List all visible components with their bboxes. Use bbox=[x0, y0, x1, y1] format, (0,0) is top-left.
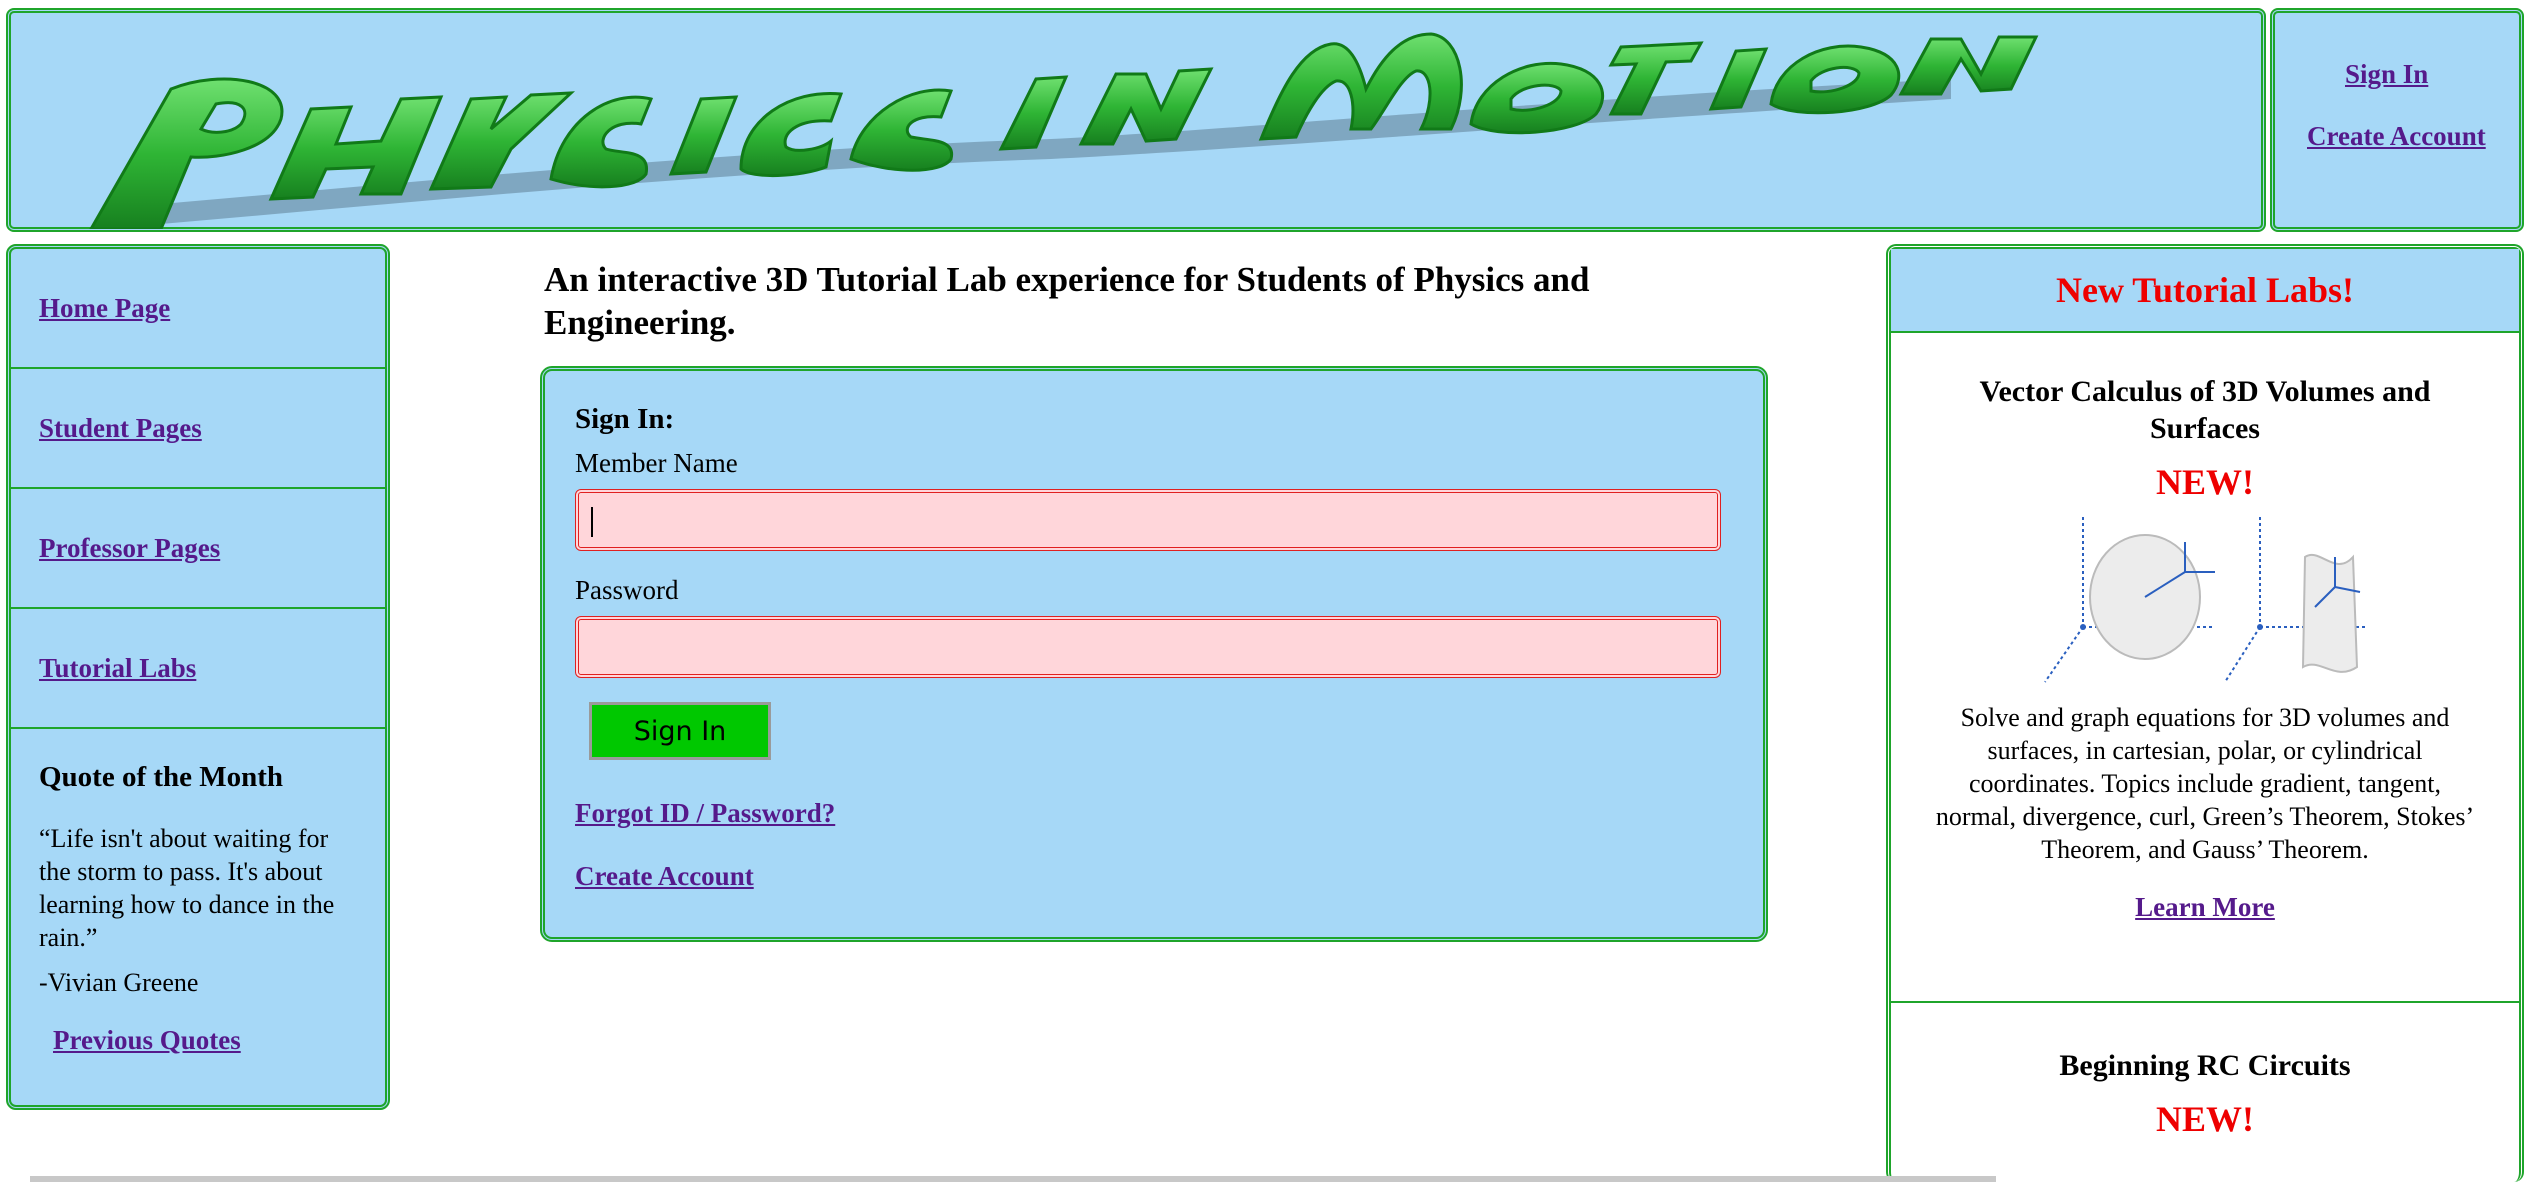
left-navigation: Home Page Student Pages Professor Pages … bbox=[6, 244, 390, 1110]
quote-text: “Life isn't about waiting for the storm … bbox=[39, 824, 335, 952]
header-account-links: Sign In Create Account bbox=[2270, 8, 2524, 232]
previous-quotes-link[interactable]: Previous Quotes bbox=[53, 1025, 241, 1055]
quote-author: -Vivian Greene bbox=[39, 968, 199, 997]
lab-title: Vector Calculus of 3D Volumes and Surfac… bbox=[1979, 375, 2431, 445]
signin-title: Sign In: bbox=[575, 403, 675, 435]
quote-of-the-month: Quote of the Month “Life isn't about wai… bbox=[11, 729, 385, 1056]
physics-in-motion-logo bbox=[89, 32, 2039, 229]
lab-card-vector-calculus: Vector Calculus of 3D Volumes and Surfac… bbox=[1891, 333, 2519, 1003]
member-name-label: Member Name bbox=[575, 448, 738, 478]
new-badge: NEW! bbox=[2156, 1099, 2254, 1139]
create-account-link[interactable]: Create Account bbox=[575, 861, 1733, 892]
lab-title: Beginning RC Circuits bbox=[2059, 1049, 2351, 1082]
new-labs-column: New Tutorial Labs! Vector Calculus of 3D… bbox=[1886, 244, 2524, 1182]
lab-description: Solve and graph equations for 3D volumes… bbox=[1935, 703, 2475, 864]
header-signin-link[interactable]: Sign In bbox=[2345, 59, 2428, 90]
signin-button[interactable]: Sign In bbox=[589, 702, 771, 760]
nav-item-student: Student Pages bbox=[11, 369, 385, 489]
nav-link-home[interactable]: Home Page bbox=[39, 293, 170, 324]
member-name-input[interactable] bbox=[575, 489, 1721, 551]
learn-more-link[interactable]: Learn More bbox=[2135, 892, 2275, 922]
lab-card-rc-circuits: Beginning RC Circuits NEW! bbox=[1891, 1003, 2519, 1140]
nav-link-tutorial-labs[interactable]: Tutorial Labs bbox=[39, 653, 196, 684]
page-tagline: An interactive 3D Tutorial Lab experienc… bbox=[544, 260, 1590, 342]
text-caret bbox=[591, 507, 593, 537]
new-labs-heading: New Tutorial Labs! bbox=[1891, 249, 2519, 333]
vector-calculus-illustration bbox=[2044, 517, 2365, 683]
nav-link-professor-pages[interactable]: Professor Pages bbox=[39, 533, 220, 564]
horizontal-scrollbar[interactable] bbox=[30, 1176, 1996, 1182]
password-input[interactable] bbox=[575, 616, 1721, 678]
signin-form: Sign In: Member Name Password Sign In Fo… bbox=[540, 366, 1768, 942]
header-banner bbox=[6, 8, 2266, 232]
password-label: Password bbox=[575, 575, 679, 605]
nav-link-student-pages[interactable]: Student Pages bbox=[39, 413, 202, 444]
forgot-password-link[interactable]: Forgot ID / Password? bbox=[575, 798, 1733, 829]
quote-heading: Quote of the Month bbox=[39, 761, 284, 793]
new-badge: NEW! bbox=[2156, 462, 2254, 502]
nav-item-professor: Professor Pages bbox=[11, 489, 385, 609]
nav-item-tutorial-labs: Tutorial Labs bbox=[11, 609, 385, 729]
header-create-account-link[interactable]: Create Account bbox=[2307, 121, 2486, 152]
nav-item-home: Home Page bbox=[11, 249, 385, 369]
